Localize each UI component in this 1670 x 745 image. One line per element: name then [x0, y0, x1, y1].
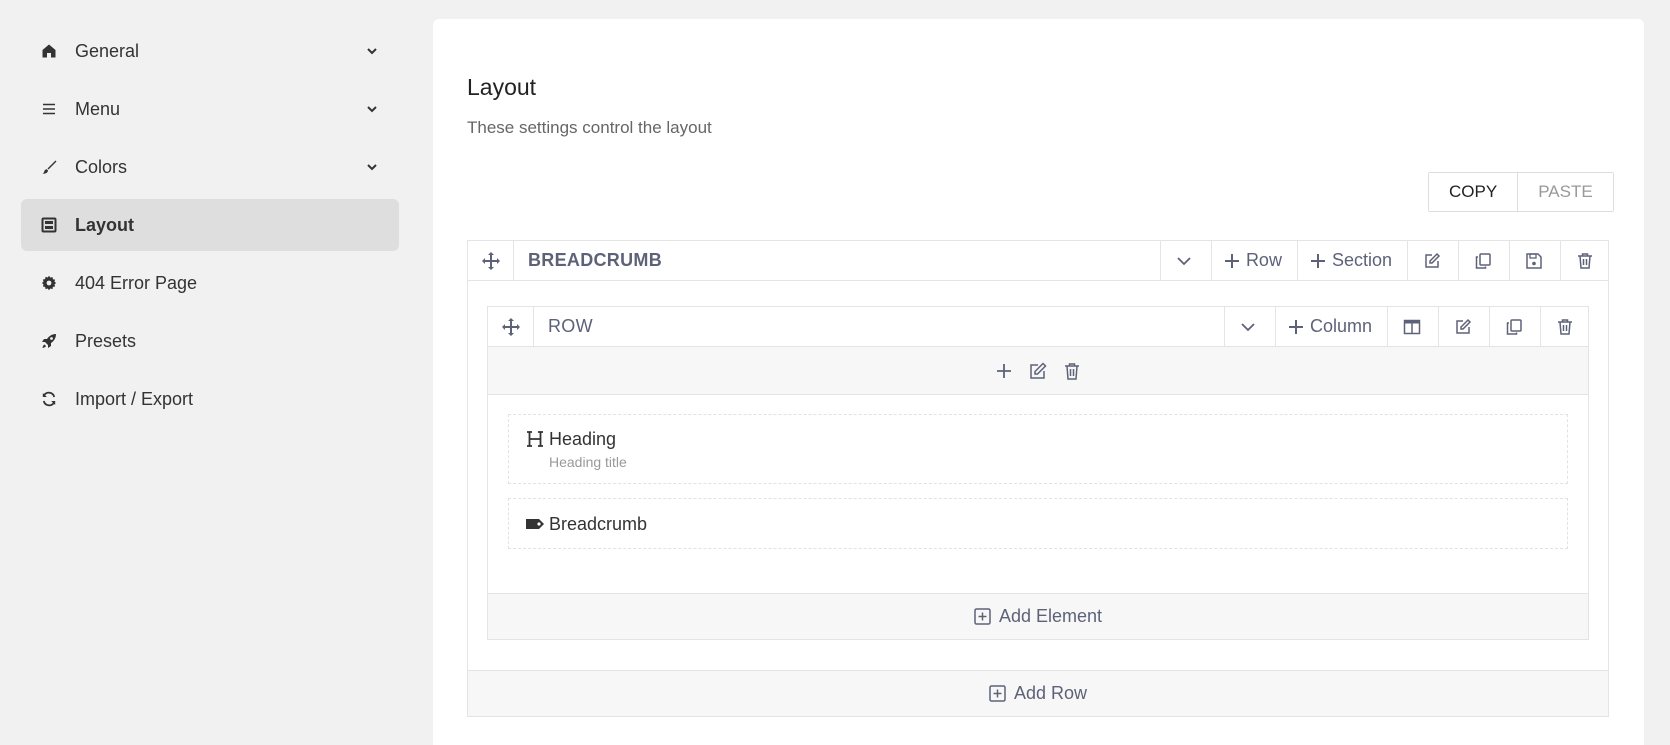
- sidebar-item-label: Menu: [75, 98, 121, 119]
- row-edit-button[interactable]: [1438, 307, 1486, 346]
- plus-icon: [1288, 319, 1303, 334]
- layout-settings-panel: Layout These settings control the layout…: [433, 19, 1644, 745]
- row-delete-button[interactable]: [1540, 307, 1588, 346]
- save-icon: [1525, 252, 1542, 269]
- add-column-label: Column: [1309, 316, 1372, 336]
- sidebar-item-label: Colors: [75, 156, 128, 177]
- sidebar-item-general[interactable]: General: [21, 25, 399, 77]
- element-title: Breadcrumb: [549, 513, 648, 534]
- copy-icon: [1475, 252, 1491, 269]
- row-columns-layout-button[interactable]: [1387, 307, 1435, 346]
- move-icon: [481, 251, 500, 270]
- section-drag-handle[interactable]: [468, 241, 514, 280]
- sidebar-item-label: Import / Export: [75, 388, 194, 409]
- sidebar-item-presets[interactable]: Presets: [21, 315, 399, 367]
- add-section-button[interactable]: Section: [1296, 241, 1404, 280]
- sync-icon: [42, 391, 56, 407]
- page-title: Layout: [467, 74, 537, 100]
- row-header: ROW Column: [488, 307, 1588, 347]
- section-duplicate-button[interactable]: [1458, 241, 1506, 280]
- column-toolbar: [488, 347, 1588, 395]
- add-row-footer-label: Add Row: [1013, 683, 1088, 703]
- columns-icon: [1403, 319, 1420, 334]
- section-edit-button[interactable]: [1407, 241, 1455, 280]
- section-collapse-button[interactable]: [1159, 241, 1208, 280]
- trash-icon: [1557, 318, 1572, 335]
- chevron-down-icon[interactable]: [365, 160, 379, 174]
- gear-icon: [41, 275, 57, 291]
- move-icon: [501, 317, 520, 336]
- plus-square-icon: [974, 608, 991, 625]
- sidebar-item-import-export[interactable]: Import / Export: [21, 373, 399, 425]
- paste-button[interactable]: PASTE: [1517, 173, 1613, 211]
- copy-button[interactable]: COPY: [1429, 173, 1518, 211]
- add-row-button[interactable]: Row: [1210, 241, 1294, 280]
- heading-element[interactable]: Heading Heading title: [508, 414, 1568, 484]
- add-row-footer[interactable]: Add Row: [468, 670, 1608, 716]
- sidebar-item-layout[interactable]: Layout: [21, 199, 399, 251]
- breadcrumb-element-header: Breadcrumb: [525, 513, 1567, 535]
- sidebar-item-404-error-page[interactable]: 404 Error Page: [21, 257, 399, 309]
- sidebar-item-label: General: [75, 40, 140, 61]
- element-title: Heading: [549, 428, 617, 449]
- add-section-label: Section: [1331, 250, 1392, 270]
- chevron-down-icon[interactable]: [365, 102, 379, 116]
- row-duplicate-button[interactable]: [1489, 307, 1537, 346]
- edit-icon: [1424, 252, 1440, 268]
- sidebar: General Menu Colors Layout 404 Error Pag…: [21, 25, 399, 431]
- row-title: ROW: [548, 316, 593, 336]
- section-actions: Row Section: [1159, 241, 1608, 280]
- row-block: ROW Column Heading Heading title Breadcr…: [487, 306, 1589, 640]
- add-element-label: Add Element: [998, 606, 1103, 626]
- add-element-footer[interactable]: Add Element: [488, 593, 1588, 639]
- row-collapse-button[interactable]: [1223, 307, 1272, 346]
- add-column-button[interactable]: Column: [1274, 307, 1384, 346]
- sidebar-item-menu[interactable]: Menu: [21, 83, 399, 135]
- sidebar-item-label: Presets: [75, 330, 137, 351]
- section-title: BREADCRUMB: [528, 250, 662, 270]
- copy-paste-group: COPY PASTE: [1428, 172, 1614, 212]
- edit-icon[interactable]: [1028, 361, 1048, 381]
- section-delete-button[interactable]: [1560, 241, 1608, 280]
- brush-icon: [42, 160, 57, 174]
- rocket-icon: [42, 334, 56, 348]
- copy-icon: [1506, 318, 1522, 335]
- chevron-down-icon: [1177, 256, 1192, 265]
- section-save-button[interactable]: [1509, 241, 1557, 280]
- heading-element-header: Heading: [525, 428, 1567, 450]
- sidebar-item-label: Layout: [75, 214, 135, 235]
- page-description: These settings control the layout: [467, 118, 712, 137]
- chevron-down-icon: [1241, 322, 1256, 331]
- layout-icon: [41, 217, 57, 233]
- row-drag-handle[interactable]: [488, 307, 534, 346]
- home-icon: [42, 44, 56, 58]
- menu-icon: [43, 103, 55, 115]
- add-row-label: Row: [1245, 250, 1282, 270]
- trash-icon: [1577, 252, 1592, 269]
- plus-icon: [1310, 253, 1325, 268]
- heading-icon: [527, 431, 543, 447]
- section-header: BREADCRUMB Row Section: [468, 241, 1608, 281]
- chevron-down-icon[interactable]: [365, 44, 379, 58]
- sidebar-item-label: 404 Error Page: [75, 272, 198, 293]
- tag-icon: [526, 519, 544, 529]
- trash-icon[interactable]: [1062, 361, 1082, 381]
- plus-icon: [1224, 253, 1239, 268]
- sidebar-item-colors[interactable]: Colors: [21, 141, 399, 193]
- row-actions: Column: [1223, 307, 1588, 346]
- element-subtitle: Heading title: [549, 454, 627, 470]
- edit-icon: [1455, 318, 1471, 334]
- plus-icon[interactable]: [994, 361, 1014, 381]
- breadcrumb-element[interactable]: Breadcrumb: [508, 498, 1568, 549]
- plus-square-icon: [989, 685, 1006, 702]
